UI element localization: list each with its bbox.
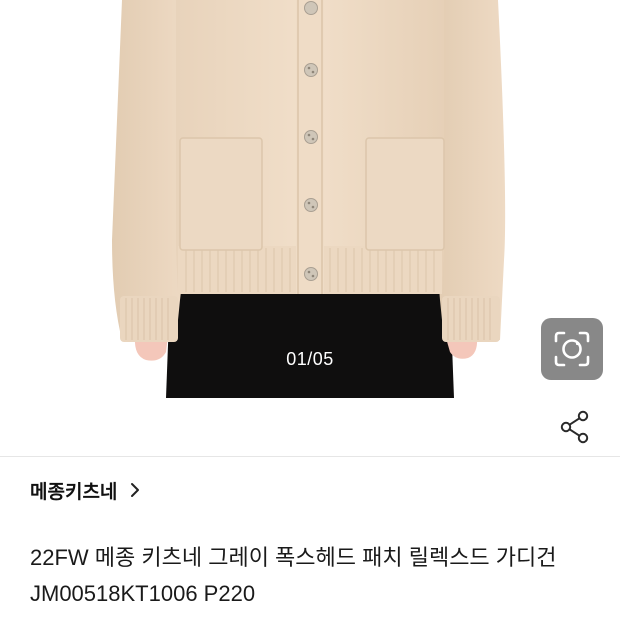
camera-lens-icon [554, 331, 590, 367]
brand-name: 메종키츠네 [30, 481, 118, 503]
brand-link[interactable]: 메종키츠네 [30, 474, 141, 506]
share-button[interactable] [556, 408, 594, 446]
section-divider [0, 456, 620, 457]
product-image-gallery[interactable]: 01/05 [0, 0, 620, 398]
image-search-button[interactable] [541, 318, 603, 380]
image-page-indicator: 01/05 [286, 349, 334, 369]
chevron-right-icon [131, 483, 140, 497]
product-title: 22FW 메종 키츠네 그레이 폭스헤드 패치 릴렉스드 가디건 JM00518… [30, 545, 557, 606]
product-photo[interactable] [0, 0, 620, 398]
share-icon [560, 410, 589, 444]
